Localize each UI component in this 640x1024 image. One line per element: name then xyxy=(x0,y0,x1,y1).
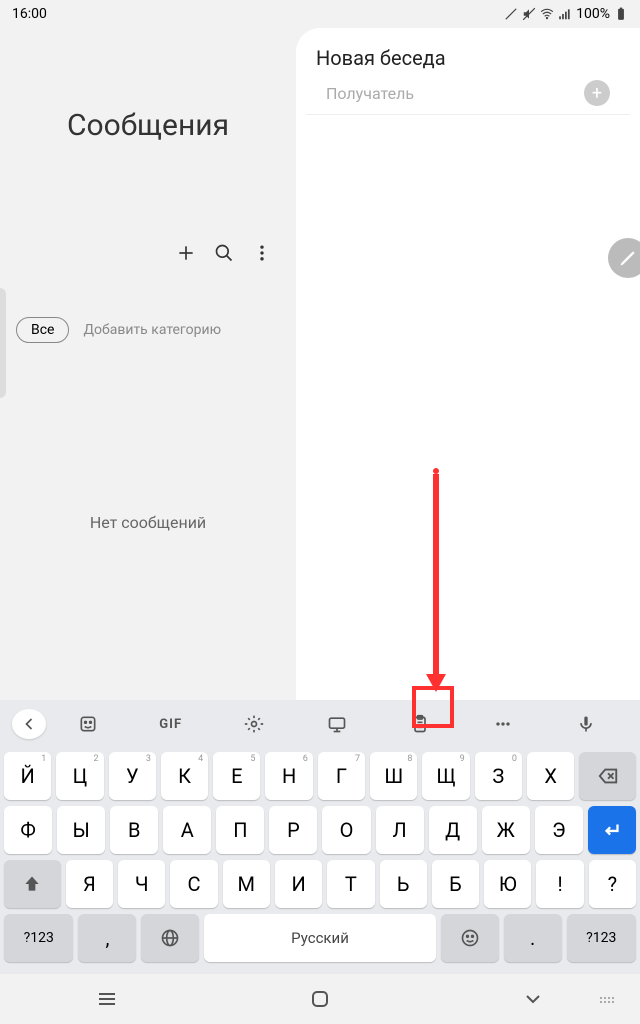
key-Ь[interactable]: Ь xyxy=(380,860,427,908)
nav-home[interactable] xyxy=(308,987,332,1011)
key-Щ[interactable]: Щ9 xyxy=(422,752,469,800)
key-Т[interactable]: Т xyxy=(327,860,374,908)
key-shift[interactable] xyxy=(4,860,61,908)
nav-back[interactable] xyxy=(521,987,545,1011)
add-category-button[interactable]: Добавить категорию xyxy=(83,322,221,338)
new-message-button[interactable] xyxy=(176,243,196,267)
key-Ш[interactable]: Ш8 xyxy=(370,752,417,800)
battery-text: 100% xyxy=(576,6,610,22)
key-Ж[interactable]: Ж xyxy=(482,806,530,854)
key-emoji[interactable] xyxy=(441,914,499,962)
key-Х[interactable]: Х xyxy=(527,752,574,800)
key-Р[interactable]: Р xyxy=(269,806,317,854)
kb-gif-button[interactable]: GIF xyxy=(129,700,212,748)
key-.[interactable]: . xyxy=(504,914,562,962)
kb-mode-button[interactable] xyxy=(295,700,378,748)
key-З[interactable]: З0 xyxy=(475,752,522,800)
empty-state-text: Нет сообщений xyxy=(0,513,296,532)
key-Я[interactable]: Я xyxy=(66,860,113,908)
category-all-pill[interactable]: Все xyxy=(16,317,69,343)
key-П[interactable]: П xyxy=(216,806,264,854)
key-Ц[interactable]: Ц2 xyxy=(56,752,103,800)
key-Б[interactable]: Б xyxy=(432,860,479,908)
status-bar: 16:00 100% xyxy=(0,0,640,28)
key-И[interactable]: И xyxy=(275,860,322,908)
kb-settings-button[interactable] xyxy=(212,700,295,748)
keyboard: GIF Й1Ц2У3К4Е5Н6Г7Ш8Щ9З0Х ФЫВАПРОЛДЖЭ ЯЧ… xyxy=(0,700,640,974)
more-button[interactable] xyxy=(252,243,272,267)
key-Ы[interactable]: Ы xyxy=(57,806,105,854)
wifi-icon xyxy=(540,7,554,21)
kb-collapse-button[interactable] xyxy=(12,709,46,739)
status-time: 16:00 xyxy=(12,6,47,22)
nav-keyboard-switch[interactable] xyxy=(596,987,620,1011)
key-Э[interactable]: Э xyxy=(535,806,583,854)
kb-sticker-button[interactable] xyxy=(46,700,129,748)
nav-recents[interactable] xyxy=(95,987,119,1011)
key-,[interactable]: , xyxy=(78,914,136,962)
key-Г[interactable]: Г7 xyxy=(318,752,365,800)
mute-icon xyxy=(522,7,536,21)
key-Л[interactable]: Л xyxy=(376,806,424,854)
kb-voice-button[interactable] xyxy=(545,700,628,748)
key-?[interactable]: ? xyxy=(589,860,636,908)
recipient-input[interactable] xyxy=(326,84,584,103)
key-Н[interactable]: Н6 xyxy=(265,752,312,800)
key-У[interactable]: У3 xyxy=(109,752,156,800)
edge-panel-handle[interactable] xyxy=(0,288,6,398)
key-Ф[interactable]: Ф xyxy=(4,806,52,854)
key-М[interactable]: М xyxy=(223,860,270,908)
add-recipient-button[interactable]: + xyxy=(584,80,610,106)
key-Е[interactable]: Е5 xyxy=(213,752,260,800)
signal-icon xyxy=(558,7,572,21)
kb-clipboard-button[interactable] xyxy=(379,700,462,748)
key-К[interactable]: К4 xyxy=(161,752,208,800)
kb-more-button[interactable] xyxy=(462,700,545,748)
search-button[interactable] xyxy=(214,243,234,267)
compose-fab[interactable] xyxy=(608,238,640,278)
key-![interactable]: ! xyxy=(536,860,583,908)
key-Ю[interactable]: Ю xyxy=(484,860,531,908)
key-Д[interactable]: Д xyxy=(429,806,477,854)
key-Й[interactable]: Й1 xyxy=(4,752,51,800)
key-enter[interactable] xyxy=(588,806,636,854)
key-Русский[interactable]: Русский xyxy=(204,914,436,962)
key-?123[interactable]: ?123 xyxy=(567,914,636,962)
key-В[interactable]: В xyxy=(110,806,158,854)
key-Ч[interactable]: Ч xyxy=(118,860,165,908)
nav-bar xyxy=(0,974,640,1024)
key-О[interactable]: О xyxy=(322,806,370,854)
page-title: Сообщения xyxy=(0,108,296,143)
battery-icon xyxy=(614,7,628,21)
key-lang[interactable] xyxy=(141,914,199,962)
key-С[interactable]: С xyxy=(170,860,217,908)
key-А[interactable]: А xyxy=(163,806,211,854)
key-bksp[interactable] xyxy=(579,752,636,800)
pen-icon xyxy=(504,7,518,21)
key-?123[interactable]: ?123 xyxy=(4,914,73,962)
conversation-title: Новая беседа xyxy=(296,28,640,80)
